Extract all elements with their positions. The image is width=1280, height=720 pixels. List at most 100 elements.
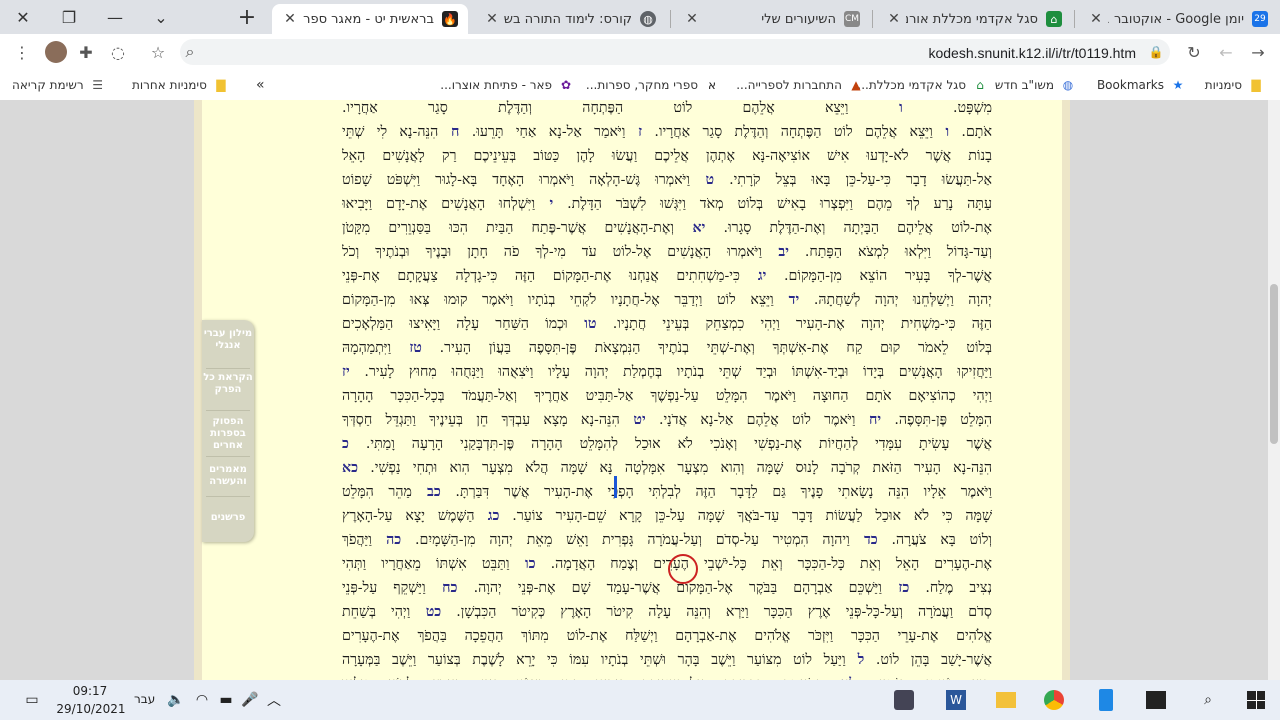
verse-number: כט [410,604,442,620]
text-line: אֲשֶׁר-לְךָ בָּעִיר הוֹצֵא מִן-הַמָּקוֹם… [342,264,992,288]
tab-my-lessons[interactable]: CM השיעורים שלי ✕ [674,4,870,34]
minimize-window-button[interactable]: — [92,0,138,34]
taskbar-app-chrome[interactable] [1042,688,1066,712]
verse-text: וְאֶת-הָאֲנָשִׁים אֲשֶׁר-פֶּתַח הַבַּיִת… [342,220,674,236]
tab-oranim-staff[interactable]: ⌂ סגל אקדמי מכללת אורנים ✕ [876,4,1072,34]
tool-commentators[interactable]: פרשנים [202,512,254,524]
taskbar-app-store[interactable] [1144,688,1168,712]
verse-text: סְדֹם וַעֲמֹרָה וְעַל-כָּל-פְּנֵי אֶרֶץ … [441,604,992,620]
tab-separator [1074,10,1075,28]
tool-articles[interactable]: מאמרים והעשרה [202,464,254,488]
reload-button[interactable]: ↻ [1180,38,1208,66]
plus-icon: + [237,4,257,30]
bookmarks-overflow-button[interactable]: » [256,76,265,94]
taskbar-app-word[interactable]: W [944,688,968,712]
battery-icon: ▬ [219,692,233,708]
verse-text: וַתַּבֵּט אִשְׁתּוֹ מֵאַחֲרָיו וַתְּהִי [342,556,510,572]
tab-close-icon[interactable]: ✕ [484,11,500,27]
verse-text: וַיֹּאמַר אַל-נָא אַחַי תָּרֵעוּ. [459,124,626,140]
verse-text: הַשֶּׁמֶשׁ יָצָא עַל-הָאָרֶץ [342,508,475,524]
globe-icon: ◍ [640,11,656,27]
tab-close-icon[interactable]: ✕ [684,11,700,27]
clock-time[interactable]: 09:17 [60,684,120,698]
taskbar-app-voice[interactable] [892,688,916,712]
bookmark-item[interactable]: ⌂ סגל אקדמי מכללת... [857,76,988,94]
bookmark-star-button[interactable]: ☆ [144,38,172,66]
bookmark-folder[interactable]: ▇ סימניות [1205,76,1264,94]
hidden-icons-button[interactable]: ︿ [262,688,286,712]
google-calendar-icon: 29 [1252,11,1268,27]
star-outline-icon: ☆ [150,42,166,62]
menu-button[interactable]: ⋮ [8,38,36,66]
forward-button[interactable]: ← [1212,38,1240,66]
tab-google-calendar[interactable]: 29 יומן Google - אוקטובר 2021 ✕ [1078,4,1278,34]
tab-close-icon[interactable]: ✕ [282,11,298,27]
verse-text: וּכְמוֹ הַשַּׁחַר עָלָה וַיָּאִיצוּ הַמַ… [342,316,568,332]
restore-window-button[interactable]: ❐ [46,0,92,34]
text-line: וְלוֹט בָּא צֹעֲרָה. כד וַיהוָה הִמְטִיר… [342,528,992,552]
verse-text: אֶת-הֶעָרִים הָאֵל וְאֵת כָּל-הַכִּכָּר … [535,556,992,572]
close-window-button[interactable]: ✕ [0,0,46,34]
address-url[interactable]: kodesh.snunit.k12.il/i/tr/t0119.htm [928,45,1136,61]
verse-text: וַיֵּצֵא אֲלֵהֶם לוֹט הַפֶּתְחָה וְהַדֶּ… [342,100,849,116]
tab-bereshit[interactable]: 🔥 בראשית יט - מאגר ספרות ✕ [272,4,468,34]
bookmark-label: סגל אקדמי מכללת... [857,78,966,92]
tool-verse-literature[interactable]: הפסוק בספרות אחרים [202,416,254,452]
verse-number: יב [762,244,789,260]
text-line: סְדֹם וַעֲמֹרָה וְעַל-כָּל-פְּנֵי אֶרֶץ … [342,600,992,624]
verse-number: כח [425,580,458,596]
site-info-button[interactable]: 🔒 [1142,38,1170,66]
text-line: אֶת-הֶעָרִים הָאֵל וְאֵת כָּל-הַכִּכָּר … [342,552,992,576]
text-line: הַזֶּה כִּי-מַשְׁחִית יְהוָה אֶת-הָעִיר … [342,312,992,336]
text-line: הִמָּלֵט פֶּן-תִּסָּפֶה. יח וַיֹּאמֶר לו… [342,408,992,432]
notifications-button[interactable]: ▭ [20,688,44,712]
bookmark-item[interactable]: ★ Bookmarks [1097,76,1186,94]
zoom-button[interactable]: ⌕ [176,38,204,66]
kebab-menu-icon: ⋮ [14,42,30,62]
text-line: וְעַד-גָּדוֹל וַיִּלְאוּ לִמְצֹא הַפָּתַ… [342,240,992,264]
input-language[interactable]: עבר [134,692,155,706]
bookmark-item[interactable]: ▲ התחברות לספרייה... [736,76,864,94]
bookmark-item[interactable]: א ספרי מחקר, ספרות... [586,76,720,94]
start-button[interactable] [1244,688,1268,712]
sync-button[interactable]: ◌ [104,38,132,66]
reload-icon: ↻ [1187,42,1201,62]
verse-number: כה [371,532,402,548]
taskbar-app-phone[interactable] [1094,688,1118,712]
verse-number: כד [849,532,878,548]
extensions-button[interactable]: ✚ [72,38,100,66]
tab-close-icon[interactable]: ✕ [886,11,902,27]
bookmark-item[interactable]: ◍ משו"ב חדש [995,76,1076,94]
lock-icon: 🔒 [1148,45,1164,59]
profile-button[interactable] [42,38,70,66]
wifi-button[interactable]: ◠ [190,688,214,712]
taskbar-search-button[interactable]: ⌕ [1196,688,1220,712]
verse-number: ו [848,100,903,116]
scrollbar-thumb[interactable] [1270,284,1278,444]
fire-icon: 🔥 [442,11,458,27]
back-button[interactable]: → [1244,38,1272,66]
search-icon: ⌕ [185,42,195,61]
bookmark-item[interactable]: ✿ פאר - פתיחת אוצרו... [440,76,574,94]
new-tab-button[interactable]: + [224,0,270,34]
close-icon: ✕ [16,7,30,27]
tab-search-button[interactable]: ⌄ [138,0,184,34]
tab-course[interactable]: ◍ קורס: לימוד התורה בשיטה ✕ [474,4,666,34]
tab-title: יומן Google - אוקטובר 2021 [1108,11,1244,27]
search-icon: ⌕ [1204,692,1212,708]
battery-button[interactable]: ▬ [214,688,238,712]
verse-text: וַיַּשְׁכֵּם אַבְרָהָם בַּבֹּקֶר אֶל-הַמ… [457,580,882,596]
tool-read-aloud[interactable]: הקראת כל הפרק [202,372,254,396]
other-bookmarks[interactable]: ▇ סימניות אחרות [132,76,229,94]
bookmark-label: סימניות [1204,78,1242,92]
page-scrollbar[interactable] [1268,100,1280,680]
tool-dictionary[interactable]: מילון עברי אנגלי [202,328,254,352]
sync-icon: ◌ [111,42,125,62]
taskbar-app-explorer[interactable] [994,688,1018,712]
verse-text: הִנֵּה-נָא הָעִיר הַזֹּאת קְרֹבָה לָנוּס… [358,460,992,476]
reading-list[interactable]: ☰ רשימת קריאה [12,76,106,94]
tab-close-icon[interactable]: ✕ [1088,11,1104,27]
volume-button[interactable]: 🔈 [164,688,188,712]
microphone-button[interactable]: 🎤 [238,688,262,712]
clock-date[interactable]: 29/10/2021 [54,702,128,716]
